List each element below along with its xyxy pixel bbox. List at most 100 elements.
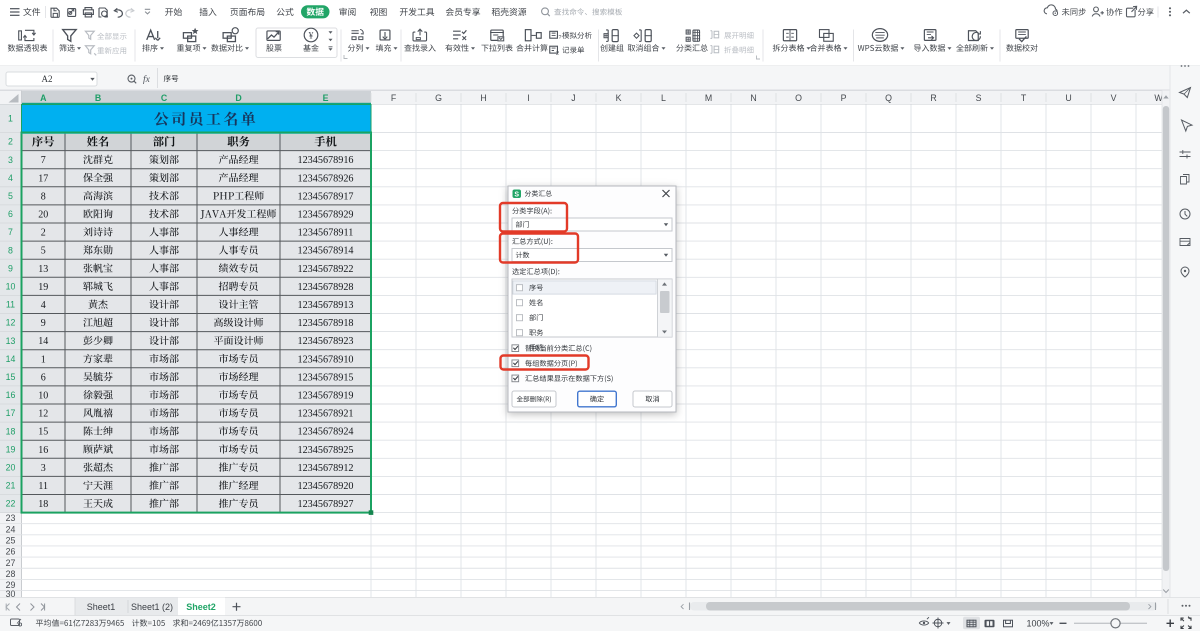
- svg-text:10: 10: [6, 281, 16, 291]
- svg-text:A2: A2: [42, 74, 53, 84]
- svg-text:V: V: [1111, 93, 1117, 103]
- svg-text:I: I: [527, 93, 529, 103]
- svg-text:2: 2: [41, 228, 46, 239]
- svg-text:Sheet2: Sheet2: [186, 602, 216, 612]
- svg-text:20: 20: [6, 462, 16, 472]
- svg-text:22: 22: [6, 499, 16, 509]
- svg-text:8: 8: [41, 191, 46, 202]
- svg-text:15: 15: [6, 372, 16, 382]
- svg-text:12345678916: 12345678916: [297, 155, 353, 166]
- svg-text:12345678927: 12345678927: [297, 499, 353, 510]
- svg-text:24: 24: [6, 524, 16, 534]
- svg-text:12345678929: 12345678929: [297, 209, 353, 220]
- svg-text:3: 3: [8, 155, 13, 165]
- svg-text:18: 18: [6, 426, 16, 436]
- svg-text:12345678926: 12345678926: [297, 173, 353, 184]
- svg-text:fx: fx: [143, 74, 151, 85]
- svg-text:B: B: [95, 93, 101, 103]
- svg-text:U: U: [1065, 93, 1071, 103]
- svg-text:14: 14: [38, 336, 48, 347]
- svg-text:11: 11: [38, 481, 48, 492]
- svg-text:13: 13: [6, 336, 16, 346]
- svg-text:28: 28: [6, 569, 16, 579]
- svg-text:17: 17: [38, 173, 48, 184]
- svg-text:G: G: [435, 93, 442, 103]
- svg-text:R: R: [930, 93, 936, 103]
- svg-text:12: 12: [38, 409, 48, 420]
- svg-text:J: J: [571, 93, 575, 103]
- svg-text:26: 26: [6, 547, 16, 557]
- svg-text:18: 18: [38, 499, 48, 510]
- svg-text:Q: Q: [885, 93, 892, 103]
- svg-text:N: N: [750, 93, 756, 103]
- svg-text:12345678918: 12345678918: [297, 318, 353, 329]
- svg-text:?: ?: [558, 35, 561, 41]
- svg-text:3: 3: [41, 463, 46, 474]
- svg-text:2: 2: [8, 137, 13, 147]
- svg-text:D: D: [235, 93, 241, 103]
- svg-text:12: 12: [6, 318, 16, 328]
- svg-text:9: 9: [8, 263, 13, 273]
- svg-text:100%: 100%: [1027, 619, 1050, 629]
- svg-text:H: H: [480, 93, 486, 103]
- svg-text:S: S: [514, 192, 519, 199]
- svg-text:19: 19: [38, 282, 48, 293]
- svg-text:6: 6: [8, 209, 13, 219]
- svg-text:16: 16: [6, 390, 16, 400]
- svg-text:P: P: [841, 93, 847, 103]
- svg-text:12345678910: 12345678910: [297, 354, 353, 365]
- svg-text:12345678911: 12345678911: [298, 228, 354, 239]
- svg-text:23: 23: [6, 513, 16, 523]
- svg-text:7: 7: [8, 227, 13, 237]
- svg-text:F: F: [391, 93, 397, 103]
- svg-text:12345678912: 12345678912: [297, 463, 353, 474]
- svg-text:12345678928: 12345678928: [297, 282, 353, 293]
- svg-text:4: 4: [8, 173, 13, 183]
- svg-text:K: K: [616, 93, 622, 103]
- svg-text:E: E: [323, 93, 329, 103]
- svg-text:12345678922: 12345678922: [297, 264, 353, 275]
- svg-text:12345678915: 12345678915: [297, 372, 353, 383]
- svg-text:A: A: [40, 93, 47, 103]
- svg-text:10: 10: [38, 390, 48, 401]
- svg-text:6: 6: [41, 372, 46, 383]
- svg-text:1: 1: [8, 114, 13, 124]
- svg-text:12345678914: 12345678914: [297, 246, 353, 257]
- svg-text:12345678913: 12345678913: [297, 300, 353, 311]
- svg-text:12345678920: 12345678920: [297, 481, 353, 492]
- svg-text:12345678919: 12345678919: [297, 390, 353, 401]
- svg-text:Sheet1: Sheet1: [87, 602, 116, 612]
- svg-text:T: T: [1021, 93, 1027, 103]
- svg-text:7: 7: [41, 155, 46, 166]
- svg-text:12345678921: 12345678921: [297, 409, 353, 420]
- svg-text:20: 20: [38, 209, 48, 220]
- svg-text:12345678924: 12345678924: [297, 427, 353, 438]
- svg-text:16: 16: [38, 445, 48, 456]
- svg-text:11: 11: [6, 300, 15, 310]
- svg-text:19: 19: [6, 444, 16, 454]
- svg-text:12345678923: 12345678923: [297, 336, 353, 347]
- svg-text:12345678925: 12345678925: [297, 445, 353, 456]
- svg-text:S: S: [976, 93, 982, 103]
- svg-text:17: 17: [6, 408, 16, 418]
- svg-text:14: 14: [6, 354, 16, 364]
- svg-text:13: 13: [38, 264, 48, 275]
- svg-text:27: 27: [6, 558, 16, 568]
- svg-text:1: 1: [41, 354, 46, 365]
- svg-text:12345678917: 12345678917: [297, 191, 353, 202]
- svg-text:C: C: [161, 93, 168, 103]
- svg-text:21: 21: [6, 481, 16, 491]
- svg-text:Sheet1 (2): Sheet1 (2): [131, 602, 173, 612]
- svg-text:L: L: [661, 93, 666, 103]
- svg-text:2: 2: [556, 51, 559, 57]
- svg-text:O: O: [795, 93, 802, 103]
- svg-text:4: 4: [41, 300, 46, 311]
- svg-text:M: M: [705, 93, 712, 103]
- svg-text:25: 25: [6, 535, 16, 545]
- svg-text:5: 5: [41, 246, 46, 257]
- svg-text:15: 15: [38, 427, 48, 438]
- svg-text:5: 5: [8, 191, 13, 201]
- svg-text:¥: ¥: [309, 32, 314, 42]
- svg-text:9: 9: [41, 318, 46, 329]
- svg-text:8: 8: [8, 245, 13, 255]
